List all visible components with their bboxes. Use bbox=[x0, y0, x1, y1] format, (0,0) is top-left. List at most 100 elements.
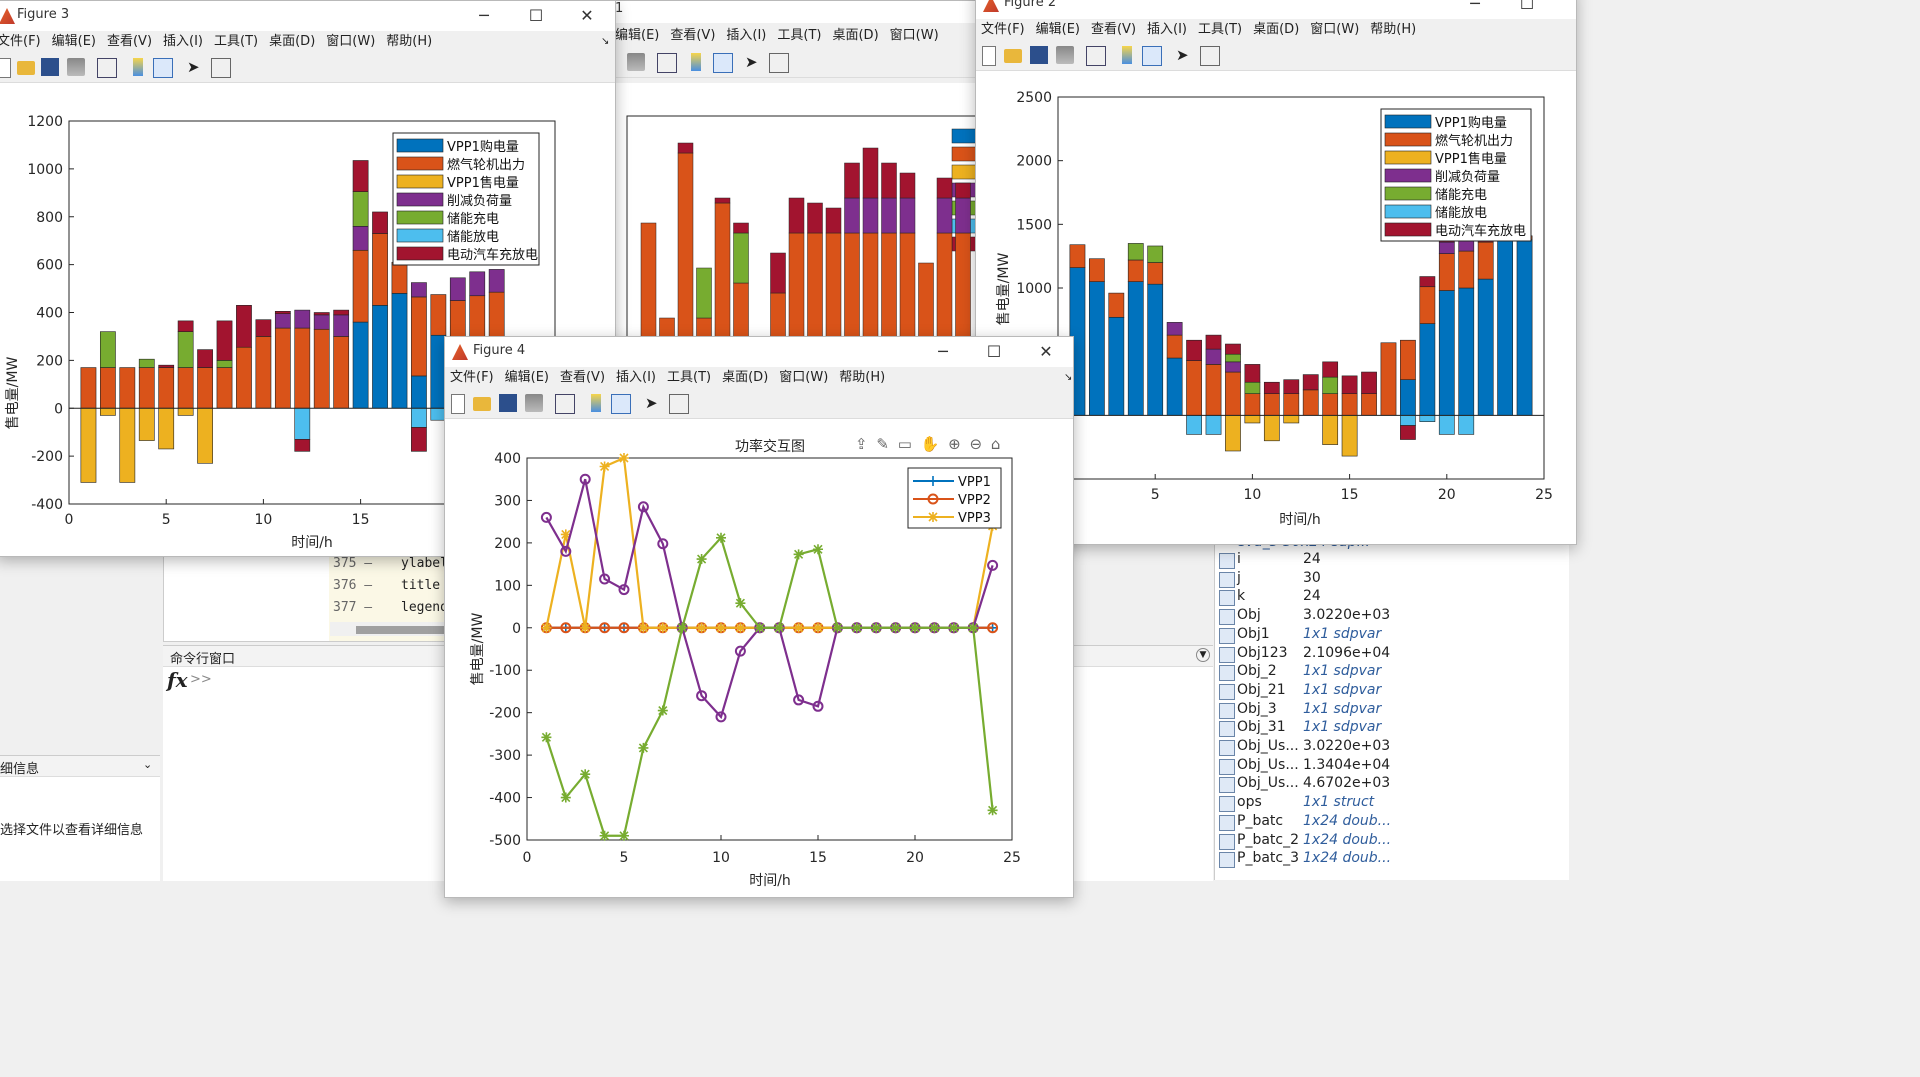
editor-line[interactable]: 377 — legend bbox=[333, 600, 448, 615]
x-axis-label: 时间/h bbox=[1279, 512, 1321, 528]
menu-help[interactable]: 帮助(H) bbox=[839, 367, 885, 389]
legend-icon[interactable] bbox=[153, 58, 173, 78]
menu-insert[interactable]: 插入(I) bbox=[1147, 19, 1187, 41]
open-folder-icon[interactable] bbox=[17, 61, 35, 75]
print-preview-icon[interactable] bbox=[657, 53, 677, 73]
print-icon[interactable] bbox=[1056, 46, 1074, 64]
close-icon[interactable]: ✕ bbox=[576, 5, 598, 27]
bar-1-21 bbox=[1458, 250, 1475, 289]
property-inspector-icon[interactable] bbox=[769, 53, 789, 73]
print-icon[interactable] bbox=[67, 58, 85, 76]
y-tick-label: -200 bbox=[31, 449, 63, 465]
print-icon[interactable] bbox=[525, 394, 543, 412]
property-inspector-icon[interactable] bbox=[1200, 46, 1220, 66]
legend-icon[interactable] bbox=[1142, 46, 1162, 66]
menu-window[interactable]: 窗口(W) bbox=[779, 367, 828, 389]
menu-insert[interactable]: 插入(I) bbox=[726, 25, 766, 47]
minimize-icon[interactable]: ─ bbox=[1464, 0, 1486, 15]
new-file-icon[interactable] bbox=[982, 46, 996, 66]
editor-line[interactable]: 375 — ylabel bbox=[333, 556, 448, 571]
fig1-bar bbox=[788, 232, 805, 346]
open-folder-icon[interactable] bbox=[473, 397, 491, 411]
property-inspector-icon[interactable] bbox=[211, 58, 231, 78]
menu-file[interactable]: 文件(F) bbox=[450, 367, 494, 389]
maximize-icon[interactable]: ☐ bbox=[983, 341, 1005, 363]
editor-scrollbar[interactable] bbox=[330, 622, 448, 636]
pointer-icon[interactable]: ➤ bbox=[745, 53, 763, 71]
colorbar-icon[interactable] bbox=[1122, 46, 1132, 64]
save-icon[interactable] bbox=[41, 58, 59, 76]
figure1-window[interactable]: 1 编辑(E)查看(V)插入(I)工具(T)桌面(D)窗口(W)帮助(H) ➤ bbox=[604, 0, 991, 347]
menu-view[interactable]: 查看(V) bbox=[1091, 19, 1136, 41]
pointer-icon[interactable]: ➤ bbox=[1176, 46, 1194, 64]
menu-desktop[interactable]: 桌面(D) bbox=[1253, 19, 1299, 41]
minimize-icon[interactable]: ─ bbox=[932, 341, 954, 363]
menu-view[interactable]: 查看(V) bbox=[560, 367, 605, 389]
menu-edit[interactable]: 编辑(E) bbox=[615, 25, 659, 47]
legend-label-0: VPP1购电量 bbox=[447, 139, 519, 155]
menu-edit[interactable]: 编辑(E) bbox=[52, 31, 96, 53]
y-tick-label: 1200 bbox=[27, 114, 63, 130]
menu-tools[interactable]: 工具(T) bbox=[1198, 19, 1242, 41]
data-tip-icon[interactable]: ▭ bbox=[898, 435, 912, 453]
figure4-title: Figure 4 bbox=[473, 343, 526, 358]
save-icon[interactable] bbox=[1030, 46, 1048, 64]
print-preview-icon[interactable] bbox=[97, 58, 117, 78]
zoom-in-icon[interactable]: ⊕ bbox=[948, 435, 961, 453]
pointer-icon[interactable]: ➤ bbox=[645, 394, 663, 412]
menu-insert[interactable]: 插入(I) bbox=[163, 31, 203, 53]
menu-edit[interactable]: 编辑(E) bbox=[505, 367, 549, 389]
menu-desktop[interactable]: 桌面(D) bbox=[832, 25, 878, 47]
scrollbar-thumb[interactable] bbox=[356, 626, 448, 634]
colorbar-icon[interactable] bbox=[591, 394, 601, 412]
menu-view[interactable]: 查看(V) bbox=[107, 31, 152, 53]
menu-file[interactable]: 文件(F) bbox=[0, 31, 41, 53]
new-file-icon[interactable] bbox=[0, 58, 11, 78]
legend-icon[interactable] bbox=[713, 53, 733, 73]
menu-desktop[interactable]: 桌面(D) bbox=[722, 367, 768, 389]
menu-insert[interactable]: 插入(I) bbox=[616, 367, 656, 389]
menu-window[interactable]: 窗口(W) bbox=[326, 31, 375, 53]
menu-tools[interactable]: 工具(T) bbox=[667, 367, 711, 389]
brush-icon[interactable]: ✎ bbox=[876, 435, 889, 453]
menu-help[interactable]: 帮助(H) bbox=[386, 31, 432, 53]
save-icon[interactable] bbox=[499, 394, 517, 412]
object-icon bbox=[1219, 683, 1235, 700]
colorbar-icon[interactable] bbox=[691, 53, 701, 71]
colorbar-icon[interactable] bbox=[133, 58, 143, 76]
dock-arrow-icon[interactable]: ↘ bbox=[1064, 367, 1072, 389]
legend-icon[interactable] bbox=[611, 394, 631, 414]
open-folder-icon[interactable] bbox=[1004, 49, 1022, 63]
menu-desktop[interactable]: 桌面(D) bbox=[269, 31, 315, 53]
menu-tools[interactable]: 工具(T) bbox=[214, 31, 258, 53]
fx-icon[interactable]: fx bbox=[167, 668, 188, 692]
new-file-icon[interactable] bbox=[451, 394, 465, 414]
close-icon[interactable]: ✕ bbox=[1035, 341, 1057, 363]
pointer-icon[interactable]: ➤ bbox=[187, 58, 205, 76]
menu-help[interactable]: 帮助(H) bbox=[1370, 19, 1416, 41]
home-icon[interactable]: ⌂ bbox=[991, 435, 1001, 453]
menu-edit[interactable]: 编辑(E) bbox=[1036, 19, 1080, 41]
export-icon[interactable]: ⇪ bbox=[855, 435, 868, 453]
maximize-icon[interactable]: ☐ bbox=[1516, 0, 1538, 15]
minimize-icon[interactable]: ─ bbox=[473, 5, 495, 27]
dock-arrow-icon[interactable]: ↘ bbox=[601, 31, 609, 53]
menu-window[interactable]: 窗口(W) bbox=[890, 25, 939, 47]
pan-icon[interactable]: ✋ bbox=[921, 435, 940, 453]
maximize-icon[interactable]: ☐ bbox=[525, 5, 547, 27]
menu-window[interactable]: 窗口(W) bbox=[1310, 19, 1359, 41]
y-tick-label: 2000 bbox=[1016, 154, 1052, 170]
zoom-out-icon[interactable]: ⊖ bbox=[970, 435, 983, 453]
command-prompt[interactable]: >> bbox=[190, 672, 212, 687]
print-icon[interactable] bbox=[627, 53, 645, 71]
collapse-icon[interactable]: ▼ bbox=[1196, 648, 1210, 662]
print-preview-icon[interactable] bbox=[1086, 46, 1106, 66]
editor-line[interactable]: 376 — title bbox=[333, 578, 440, 593]
figure4-window[interactable]: Figure 4 ─ ☐ ✕ 文件(F) 编辑(E) 查看(V) 插入(I) 工具(T)… bbox=[444, 336, 1074, 898]
print-preview-icon[interactable] bbox=[555, 394, 575, 414]
menu-view[interactable]: 查看(V) bbox=[670, 25, 715, 47]
chevron-down-icon[interactable]: ⌄ bbox=[143, 758, 152, 771]
menu-file[interactable]: 文件(F) bbox=[981, 19, 1025, 41]
menu-tools[interactable]: 工具(T) bbox=[777, 25, 821, 47]
property-inspector-icon[interactable] bbox=[669, 394, 689, 414]
